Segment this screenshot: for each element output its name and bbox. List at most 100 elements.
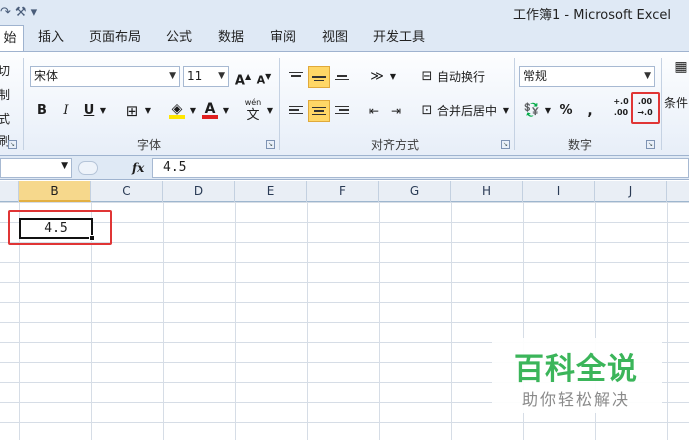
window-title: 工作簿1 - Microsoft Excel bbox=[513, 8, 671, 23]
font-group-label: 字体 bbox=[136, 138, 161, 152]
accounting-format-icon[interactable]: 💱 bbox=[521, 100, 543, 122]
number-format-value: 常规 bbox=[523, 69, 548, 83]
align-middle-icon[interactable] bbox=[308, 66, 330, 88]
clipboard-launcher-icon[interactable]: ↘ bbox=[8, 140, 17, 149]
column-header-i[interactable]: I bbox=[523, 181, 595, 202]
chevron-down-icon: ▼ bbox=[61, 161, 68, 171]
font-color-button[interactable]: A bbox=[199, 98, 221, 120]
number-launcher-icon[interactable]: ↘ bbox=[646, 140, 655, 149]
insert-function-button[interactable]: fx bbox=[132, 158, 144, 178]
font-size-value: 11 bbox=[187, 69, 203, 83]
font-launcher-icon[interactable]: ↘ bbox=[266, 140, 275, 149]
grow-font-icon: A bbox=[234, 73, 245, 89]
title-bar: ↷ ⚒ ▾ 工作簿1 - Microsoft Excel bbox=[0, 0, 689, 25]
font-name-select[interactable]: 宋体 ▼ bbox=[30, 66, 180, 87]
shrink-font-icon: A bbox=[256, 73, 266, 87]
align-left-icon[interactable] bbox=[286, 100, 306, 122]
italic-button[interactable]: I bbox=[56, 100, 76, 122]
formula-input[interactable]: 4.5 bbox=[152, 158, 689, 178]
column-header-c[interactable]: C bbox=[91, 181, 163, 202]
align-right-icon[interactable] bbox=[332, 100, 352, 122]
merge-dropdown-icon[interactable]: ▼ bbox=[501, 100, 511, 122]
number-format-select[interactable]: 常规 ▼ bbox=[519, 66, 655, 87]
underline-dropdown-icon[interactable]: ▼ bbox=[98, 100, 108, 122]
fill-color-icon[interactable]: ◈ bbox=[166, 98, 188, 120]
alignment-launcher-icon[interactable]: ↘ bbox=[501, 140, 510, 149]
conditional-format-icon[interactable]: ▦ bbox=[672, 56, 689, 78]
align-top-icon[interactable] bbox=[286, 66, 306, 88]
column-header-g[interactable]: G bbox=[379, 181, 451, 202]
format-painter-button[interactable]: 式刷 bbox=[0, 108, 18, 148]
cut-button[interactable]: 切 bbox=[0, 60, 14, 82]
tab-data[interactable]: 数据 bbox=[210, 25, 252, 51]
column-header-h[interactable]: H bbox=[451, 181, 523, 202]
font-size-select[interactable]: 11 ▼ bbox=[183, 66, 229, 87]
tab-review[interactable]: 审阅 bbox=[262, 25, 304, 51]
phonetic-char: 文 bbox=[246, 108, 260, 123]
undo-icon[interactable]: ↷ bbox=[0, 5, 11, 20]
select-all-corner[interactable] bbox=[0, 181, 19, 202]
accounting-dropdown-icon[interactable]: ▼ bbox=[543, 100, 553, 122]
conditional-format-button[interactable]: 条件 bbox=[664, 92, 689, 114]
tab-insert[interactable]: 插入 bbox=[30, 25, 72, 51]
formula-bar: ▼ fx 4.5 bbox=[0, 156, 689, 180]
name-box[interactable]: ▼ bbox=[0, 158, 72, 178]
tab-view[interactable]: 视图 bbox=[314, 25, 356, 51]
tab-home[interactable]: 始 bbox=[0, 25, 24, 51]
wrap-text-icon[interactable]: ⊟ bbox=[418, 66, 436, 88]
column-header-j[interactable]: J bbox=[595, 181, 667, 202]
borders-icon[interactable]: ⊞ bbox=[121, 100, 143, 122]
tab-formulas[interactable]: 公式 bbox=[158, 25, 200, 51]
phonetic-dropdown-icon[interactable]: ▼ bbox=[265, 100, 275, 122]
bold-button[interactable]: B bbox=[32, 100, 52, 122]
orientation-dropdown-icon[interactable]: ▼ bbox=[388, 66, 398, 88]
phonetic-button[interactable]: wén 文 bbox=[241, 96, 265, 122]
alignment-group-label: 对齐方式 bbox=[370, 138, 419, 152]
increase-indent-icon[interactable]: ⇥ bbox=[386, 100, 406, 122]
grow-font-button[interactable]: A▲ bbox=[233, 66, 253, 88]
formula-controls: fx bbox=[78, 158, 150, 178]
tab-developer[interactable]: 开发工具 bbox=[366, 25, 432, 51]
increase-decimal-bottom: .00 bbox=[613, 108, 629, 117]
customize-icon[interactable]: ▾ bbox=[31, 5, 38, 20]
increase-decimal-top: +.0 bbox=[613, 97, 629, 106]
column-header-d[interactable]: D bbox=[163, 181, 235, 202]
font-color-dropdown-icon[interactable]: ▼ bbox=[221, 100, 231, 122]
comma-style-button[interactable]: , bbox=[580, 100, 600, 122]
tab-page-layout[interactable]: 页面布局 bbox=[82, 25, 148, 51]
column-header-b[interactable]: B bbox=[19, 181, 91, 202]
number-group-label: 数字 bbox=[567, 138, 592, 152]
chevron-down-icon: ▼ bbox=[169, 71, 176, 81]
align-center-icon[interactable] bbox=[308, 100, 330, 122]
tools-icon[interactable]: ⚒ bbox=[15, 5, 27, 20]
fill-color-dropdown-icon[interactable]: ▼ bbox=[188, 100, 198, 122]
column-header-row: B C D E F G H I J bbox=[0, 181, 689, 202]
merge-center-icon[interactable]: ⊡ bbox=[418, 100, 436, 122]
ribbon-tabs: 始 插入 页面布局 公式 数据 审阅 视图 开发工具 bbox=[0, 25, 689, 51]
chevron-down-icon: ▼ bbox=[218, 71, 225, 81]
ribbon-home: 切 制 式刷 ↘ 宋体 ▼ 11 ▼ A▲ A▼ B I U ▼ ⊞ ▼ ◈ ▼… bbox=[0, 51, 689, 156]
watermark-title: 百科全说 bbox=[514, 352, 638, 387]
group-separator bbox=[661, 58, 662, 150]
shrink-font-button[interactable]: A▼ bbox=[254, 66, 274, 88]
chevron-down-icon: ▼ bbox=[644, 71, 651, 81]
expand-icon[interactable] bbox=[78, 161, 98, 175]
font-name-value: 宋体 bbox=[34, 69, 59, 83]
active-cell-highlight bbox=[8, 210, 112, 245]
quick-access-toolbar: ↷ ⚒ ▾ bbox=[0, 2, 41, 22]
merge-center-button[interactable]: 合并后居中 bbox=[437, 100, 501, 122]
decrease-indent-icon[interactable]: ⇤ bbox=[364, 100, 384, 122]
wrap-text-button[interactable]: 自动换行 bbox=[437, 66, 495, 88]
underline-button[interactable]: U bbox=[80, 100, 98, 122]
column-header-e[interactable]: E bbox=[235, 181, 307, 202]
orientation-icon[interactable]: ≫ bbox=[366, 66, 388, 88]
align-bottom-icon[interactable] bbox=[332, 66, 352, 88]
watermark-subtitle: 助你轻松解决 bbox=[522, 390, 631, 409]
borders-dropdown-icon[interactable]: ▼ bbox=[143, 100, 153, 122]
percent-style-button[interactable]: % bbox=[556, 100, 576, 122]
decrease-decimal-highlight bbox=[631, 92, 660, 124]
column-header-f[interactable]: F bbox=[307, 181, 379, 202]
watermark: 百科全说 助你轻松解决 bbox=[492, 338, 662, 413]
copy-button[interactable]: 制 bbox=[0, 84, 16, 106]
increase-decimal-button[interactable]: +.0 .00 bbox=[610, 96, 632, 118]
